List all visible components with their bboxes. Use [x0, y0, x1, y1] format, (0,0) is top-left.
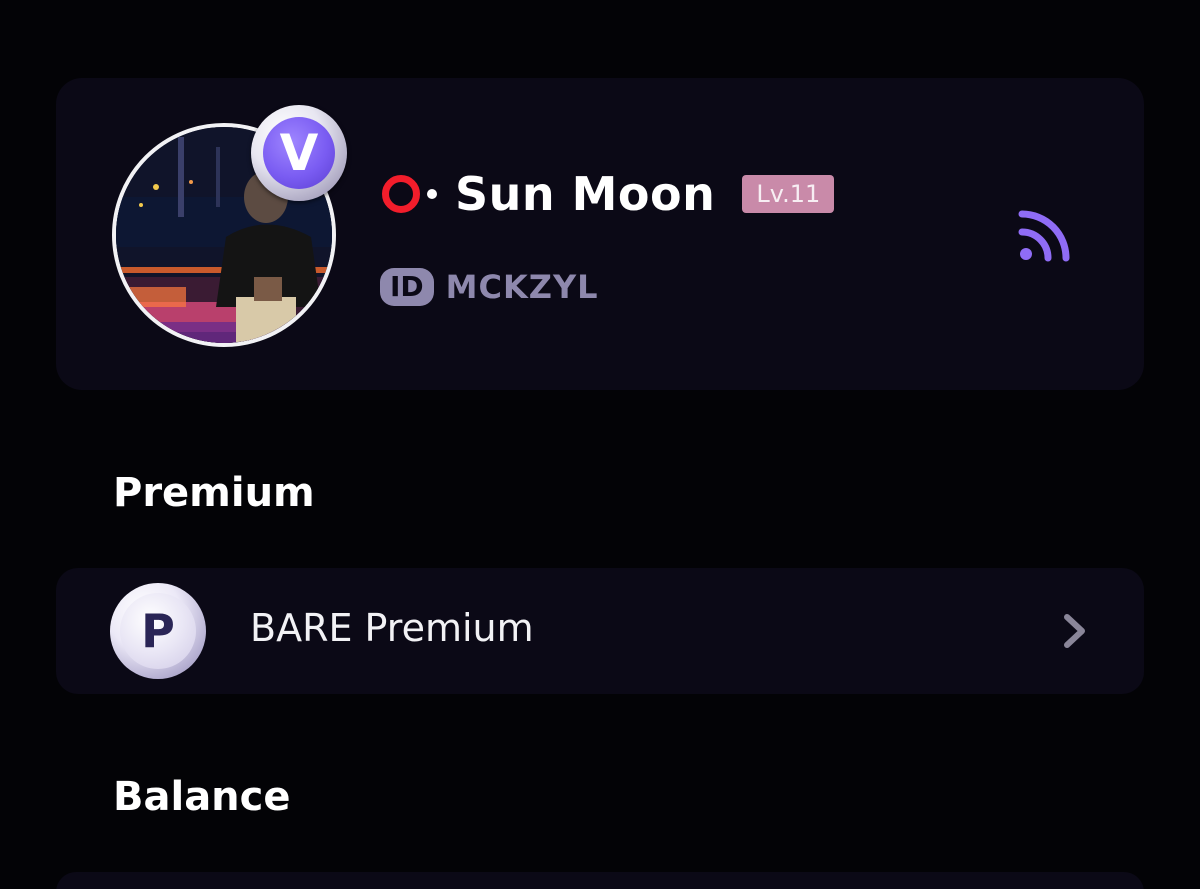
- chevron-right-icon: [1060, 612, 1090, 650]
- verified-badge: V: [251, 105, 347, 201]
- premium-icon-letter: P: [120, 593, 196, 669]
- bare-premium-row[interactable]: P BARE Premium: [56, 568, 1144, 694]
- user-id: MCKZYL: [445, 268, 599, 306]
- status-dot: [427, 189, 437, 199]
- premium-icon: P: [110, 583, 206, 679]
- online-status-icon: [382, 175, 420, 213]
- rss-feed-icon[interactable]: [1018, 206, 1074, 262]
- user-id-row: ID MCKZYL: [380, 264, 599, 310]
- name-row: Sun Moon Lv.11: [382, 166, 835, 222]
- balance-card[interactable]: [56, 872, 1144, 889]
- verified-badge-letter: V: [263, 117, 335, 189]
- premium-section-title: Premium: [113, 470, 315, 516]
- balance-section-title: Balance: [113, 774, 291, 820]
- bare-premium-label: BARE Premium: [250, 606, 534, 650]
- profile-card: V Sun Moon Lv.11 ID MCKZYL: [56, 78, 1144, 390]
- profile-screen: V Sun Moon Lv.11 ID MCKZYL Premium P BAR…: [0, 0, 1200, 889]
- level-badge: Lv.11: [742, 175, 835, 213]
- id-icon: ID: [380, 268, 434, 306]
- avatar-container[interactable]: V: [112, 105, 347, 347]
- display-name: Sun Moon: [455, 167, 716, 221]
